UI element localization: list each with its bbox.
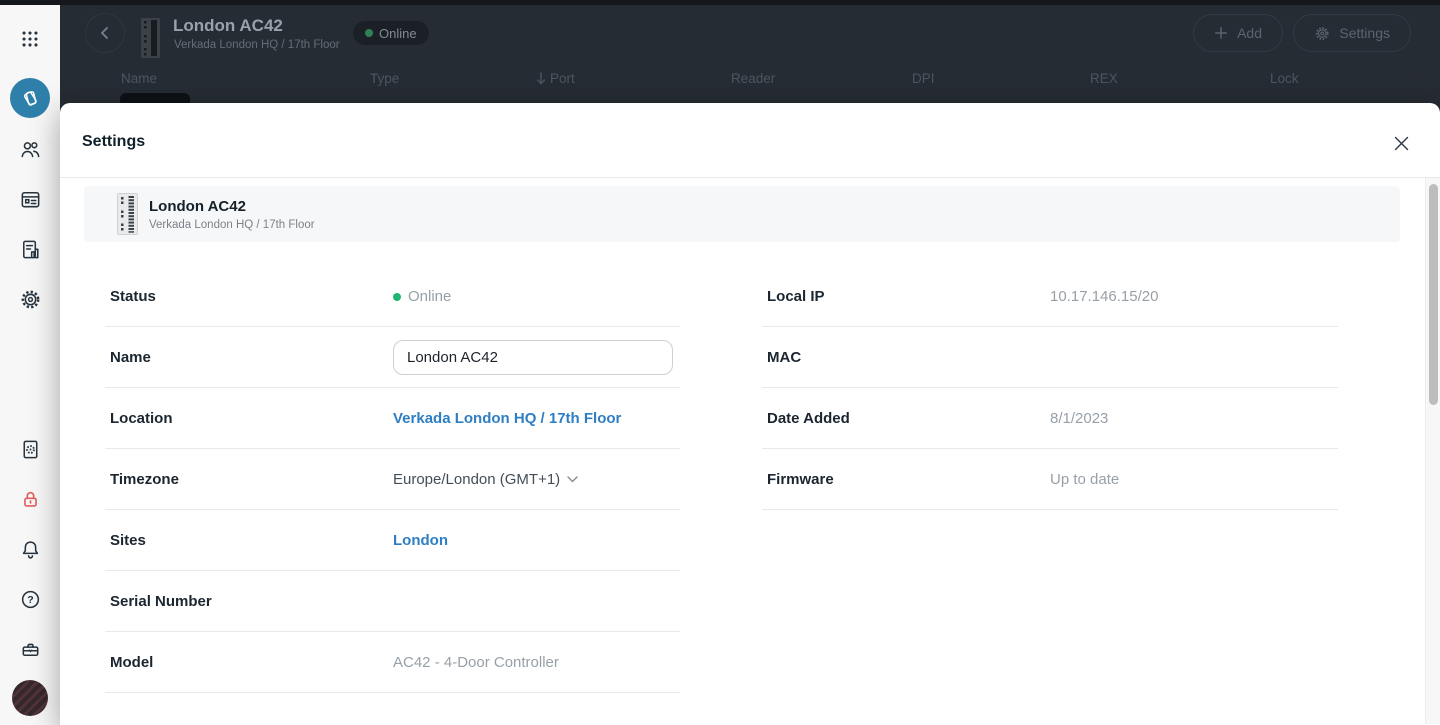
sidebar-item-toolbox[interactable]: [18, 637, 42, 661]
device-card-subtitle: Verkada London HQ / 17th Floor: [149, 218, 315, 231]
sidebar-item-lockdown[interactable]: [18, 487, 42, 511]
sites-link[interactable]: London: [393, 532, 448, 549]
lockdown-icon: [23, 491, 37, 507]
people-icon: [20, 141, 39, 157]
field-value: 10.17.146.15/20: [1050, 287, 1159, 305]
location-link[interactable]: Verkada London HQ / 17th Floor: [393, 410, 621, 427]
chevron-left-icon: [101, 27, 108, 39]
door-controller-icon: [117, 193, 138, 235]
column-header-dpi[interactable]: DPI: [912, 71, 935, 86]
reports-icon: [22, 240, 39, 258]
sidebar-item-diagnostics[interactable]: [18, 437, 42, 461]
field-label: MAC: [767, 348, 802, 366]
field-row-timezone: Timezone Europe/London (GMT+1): [105, 449, 680, 510]
sidebar-item-reports[interactable]: [18, 237, 42, 261]
device-card-title: London AC42: [149, 197, 246, 215]
sidebar-item-help[interactable]: ?: [18, 587, 42, 611]
modal-header: Settings: [60, 103, 1440, 178]
user-avatar[interactable]: [12, 680, 48, 716]
column-header-name[interactable]: Name: [121, 71, 157, 86]
field-row-status: Status Online: [105, 266, 680, 327]
settings-gear-icon: [21, 290, 39, 308]
gear-icon: [1315, 26, 1329, 40]
sort-descending-icon: [536, 72, 546, 85]
settings-button[interactable]: Settings: [1293, 14, 1411, 52]
field-row-location: Location Verkada London HQ / 17th Floor: [105, 388, 680, 449]
status-value: Online: [393, 288, 451, 305]
field-row-firmware: Firmware Up to date: [762, 449, 1338, 510]
apps-grid-icon: [22, 31, 38, 47]
field-label: Firmware: [767, 470, 834, 488]
field-label: Sites: [110, 531, 146, 549]
sidebar-item-access-control-active[interactable]: [10, 78, 50, 118]
column-header-port[interactable]: Port: [536, 71, 575, 86]
field-label: Model: [110, 653, 154, 671]
sidebar-item-settings[interactable]: [18, 287, 42, 311]
scrollbar-track[interactable]: [1425, 178, 1440, 724]
toolbox-icon: [22, 643, 38, 656]
field-row-model: Model AC42 - 4-Door Controller: [105, 632, 680, 693]
back-button[interactable]: [85, 13, 125, 53]
status-badge: Online: [353, 21, 429, 45]
sidebar-item-notifications[interactable]: [18, 537, 42, 561]
online-dot-icon: [393, 292, 401, 301]
close-icon: [1394, 136, 1408, 150]
field-label: Timezone: [110, 470, 179, 488]
close-button[interactable]: [1392, 134, 1410, 152]
field-label: Name: [110, 348, 151, 366]
notifications-bell-icon: [22, 540, 38, 559]
plus-icon: [1215, 27, 1228, 39]
chevron-down-icon: [567, 475, 578, 482]
field-value: Up to date: [1050, 470, 1120, 488]
settings-modal: Settings London AC42 Verkada London HQ /…: [60, 103, 1440, 725]
name-input[interactable]: [393, 339, 673, 375]
column-header-lock[interactable]: Lock: [1270, 71, 1299, 86]
field-value: AC42 - 4-Door Controller: [393, 653, 559, 671]
timezone-select[interactable]: Europe/London (GMT+1): [393, 471, 578, 488]
field-row-mac: MAC: [762, 327, 1338, 388]
field-row-name: Name: [105, 327, 680, 388]
field-row-serial-number: Serial Number: [105, 571, 680, 632]
modal-title: Settings: [82, 133, 146, 150]
column-header-rex[interactable]: REX: [1090, 71, 1118, 86]
modal-body: London AC42 Verkada London HQ / 17th Flo…: [60, 178, 1440, 724]
fields-column-left: Status Online Name Location Verkada Lond…: [105, 266, 680, 693]
field-label: Local IP: [767, 287, 825, 305]
door-controller-icon: [141, 18, 160, 58]
add-button[interactable]: Add: [1193, 14, 1283, 52]
field-value: 8/1/2023: [1050, 409, 1109, 427]
fields-column-right: Local IP 10.17.146.15/20 MAC Date Added …: [762, 266, 1338, 510]
sidebar: ?: [0, 5, 60, 725]
device-card: London AC42 Verkada London HQ / 17th Flo…: [84, 186, 1400, 242]
column-header-type[interactable]: Type: [370, 71, 399, 86]
sidebar-item-people[interactable]: [18, 137, 42, 161]
field-label: Date Added: [767, 409, 850, 427]
page-subtitle: Verkada London HQ / 17th Floor: [174, 39, 340, 51]
help-icon: ?: [21, 590, 39, 608]
page-title: London AC42: [173, 16, 283, 35]
scrollbar-thumb[interactable]: [1429, 184, 1438, 405]
column-header-reader[interactable]: Reader: [731, 71, 775, 86]
sidebar-item-apps[interactable]: [18, 27, 42, 51]
field-row-local-ip: Local IP 10.17.146.15/20: [762, 266, 1338, 327]
svg-text:?: ?: [27, 594, 33, 606]
device-diagnostics-icon: [23, 440, 37, 458]
calendar-icon: [21, 191, 39, 207]
top-edge-strip: [0, 0, 1440, 5]
access-control-icon: [23, 91, 37, 106]
sidebar-item-schedule[interactable]: [18, 187, 42, 211]
field-row-date-added: Date Added 8/1/2023: [762, 388, 1338, 449]
field-label: Serial Number: [110, 592, 212, 610]
field-label: Location: [110, 409, 173, 427]
field-row-sites: Sites London: [105, 510, 680, 571]
online-dot-icon: [365, 29, 373, 37]
field-label: Status: [110, 287, 156, 305]
